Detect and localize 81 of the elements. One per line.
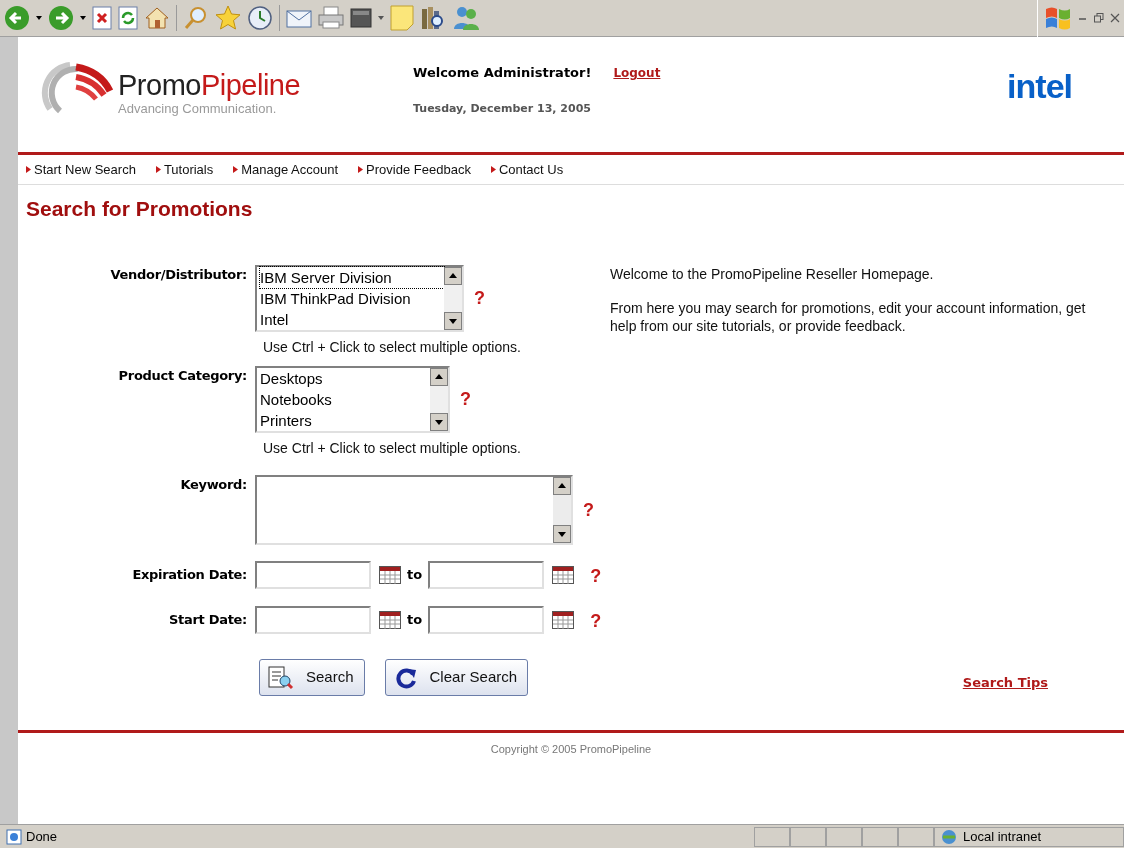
list-option[interactable]: IBM Server Division bbox=[260, 267, 444, 288]
search-tips-link[interactable]: Search Tips bbox=[962, 672, 1048, 692]
forward-icon[interactable] bbox=[48, 5, 74, 31]
restore-icon[interactable] bbox=[1094, 13, 1104, 23]
list-box[interactable]: Desktops Notebooks Printers bbox=[255, 366, 450, 433]
help-icon[interactable]: ? bbox=[474, 265, 485, 312]
partner-logo: intel bbox=[1007, 66, 1072, 107]
scroll-down-icon[interactable] bbox=[553, 525, 571, 543]
date-field[interactable] bbox=[428, 605, 545, 634]
logout-link[interactable]: Logout bbox=[613, 64, 661, 82]
help-icon[interactable]: ? bbox=[583, 475, 594, 524]
page-icon bbox=[6, 828, 22, 845]
home-icon[interactable] bbox=[144, 5, 170, 31]
scroll-up-icon[interactable] bbox=[553, 477, 571, 495]
refresh-icon[interactable] bbox=[118, 6, 138, 30]
intranet-icon bbox=[939, 828, 959, 845]
help-icon[interactable]: ? bbox=[590, 604, 602, 635]
list-box[interactable]: IBM Server Division IBM ThinkPad Division Intel bbox=[255, 265, 464, 332]
list-option[interactable]: Intel bbox=[260, 309, 444, 330]
list-option[interactable]: IBM ThinkPad Division bbox=[260, 288, 444, 309]
to-label: to bbox=[407, 565, 423, 584]
logo-tagline: Advancing Communication. bbox=[118, 101, 278, 117]
caret-icon[interactable] bbox=[80, 16, 86, 20]
caret-icon[interactable] bbox=[36, 16, 42, 20]
scroll-up-icon[interactable] bbox=[430, 368, 448, 386]
bullet-icon bbox=[155, 166, 161, 173]
form-button[interactable]: Search bbox=[259, 659, 365, 696]
help-icon[interactable]: ? bbox=[460, 366, 471, 413]
calendar-icon[interactable] bbox=[552, 565, 575, 584]
star-icon[interactable] bbox=[215, 5, 241, 31]
field-label: Start Date: bbox=[168, 610, 248, 629]
field-label: Expiration Date: bbox=[131, 565, 248, 584]
hint-text: Use Ctrl + Click to select multiple options. bbox=[263, 338, 521, 357]
scroll-down-icon[interactable] bbox=[444, 312, 462, 330]
mail-icon[interactable] bbox=[286, 7, 312, 29]
status-text: Done bbox=[26, 827, 58, 846]
date-field[interactable] bbox=[255, 605, 371, 634]
copyright-text: Copyright © 2005 PromoPipeline bbox=[490, 742, 652, 757]
to-label: to bbox=[407, 610, 423, 629]
nav-link[interactable]: Provide Feedback bbox=[358, 159, 471, 180]
back-icon[interactable] bbox=[4, 5, 30, 31]
form-button[interactable]: Clear Search bbox=[384, 659, 529, 696]
logo-text: PromoPipeline bbox=[118, 69, 301, 101]
bullet-icon bbox=[233, 166, 239, 173]
stop-icon[interactable] bbox=[92, 6, 112, 30]
calendar-icon[interactable] bbox=[379, 565, 401, 584]
keyword-field[interactable] bbox=[255, 475, 573, 545]
bullet-icon bbox=[26, 166, 31, 173]
history-icon[interactable] bbox=[247, 5, 273, 31]
list-option[interactable]: Printers bbox=[260, 410, 430, 431]
document-search-icon bbox=[268, 665, 294, 690]
list-option[interactable]: Desktops bbox=[260, 368, 430, 389]
scroll-down-icon[interactable] bbox=[430, 413, 448, 431]
nav-link[interactable]: Contact Us bbox=[490, 159, 564, 180]
scroll-up-icon[interactable] bbox=[444, 267, 462, 285]
page-title: Search for Promotions bbox=[25, 196, 254, 222]
intro-paragraph: From here you may search for promotions, edit your account information, get help from our site tutorials, or provide feedback. bbox=[610, 299, 1087, 335]
nav-link[interactable]: Start New Search bbox=[26, 159, 136, 180]
field-label: Product Category: bbox=[117, 367, 248, 385]
welcome-text: Welcome Administrator! bbox=[413, 64, 592, 82]
date-field[interactable] bbox=[255, 560, 371, 589]
date-text: Tuesday, December 13, 2005 bbox=[413, 100, 592, 117]
calendar-icon[interactable] bbox=[552, 610, 575, 629]
field-label: Keyword: bbox=[179, 476, 248, 494]
list-option[interactable]: Notebooks bbox=[260, 389, 430, 410]
help-icon[interactable]: ? bbox=[590, 559, 602, 590]
calendar-icon[interactable] bbox=[379, 610, 401, 629]
bullet-icon bbox=[358, 166, 364, 173]
bullet-icon bbox=[490, 166, 496, 173]
nav-link[interactable]: Manage Account bbox=[233, 159, 339, 180]
field-label: Vendor/Distributor: bbox=[109, 266, 248, 284]
nav-link[interactable]: Tutorials bbox=[155, 159, 214, 180]
windows-logo-icon bbox=[1044, 5, 1072, 31]
books-icon[interactable] bbox=[420, 5, 446, 31]
intro-paragraph: Welcome to the PromoPipeline Reseller Homepage. bbox=[610, 265, 935, 283]
zone-text: Local intranet bbox=[963, 827, 1042, 846]
date-field[interactable] bbox=[428, 560, 545, 589]
hint-text: Use Ctrl + Click to select multiple options. bbox=[263, 439, 521, 458]
print-icon[interactable] bbox=[318, 6, 344, 30]
close-icon[interactable] bbox=[1110, 13, 1120, 23]
refresh-arrow-icon bbox=[393, 666, 418, 689]
